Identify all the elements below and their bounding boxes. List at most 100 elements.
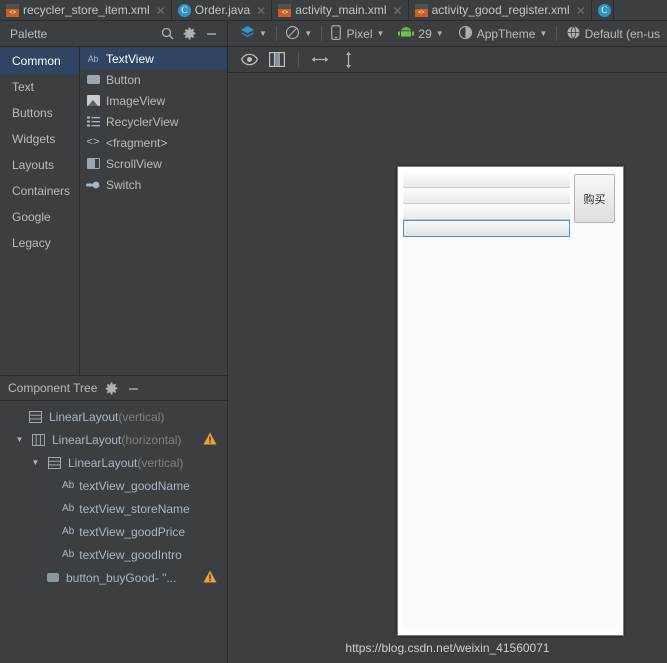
palette-category-list: Common Text Buttons Widgets Layouts Cont…	[0, 47, 80, 375]
tree-row-button-buygood[interactable]: button_buyGood- "...	[0, 566, 227, 589]
palette-category-widgets[interactable]: Widgets	[0, 126, 79, 152]
tree-row-textview-goodprice[interactable]: Ab textView_goodPrice	[0, 520, 227, 543]
component-tree-header: Component Tree	[0, 375, 227, 401]
palette-header: Palette	[0, 21, 227, 47]
tree-row-textview-goodname[interactable]: Ab textView_goodName	[0, 474, 227, 497]
palette-category-legacy[interactable]: Legacy	[0, 230, 79, 256]
design-config-toolbar: ▼ ▼ Pixel ▼ 29 ▼ AppTheme ▼ Default (en-…	[228, 21, 667, 47]
device-preview-frame[interactable]: 购买	[397, 166, 624, 636]
palette-item-recyclerview[interactable]: RecyclerView	[80, 111, 227, 132]
palette-item-scrollview[interactable]: ScrollView	[80, 153, 227, 174]
palette-item-label: ImageView	[106, 93, 166, 108]
twisty-icon[interactable]: ▼	[13, 433, 26, 446]
palette-category-common[interactable]: Common	[0, 48, 79, 74]
minimize-icon[interactable]	[203, 26, 219, 42]
resize-horizontal-icon[interactable]	[306, 47, 334, 73]
warning-icon[interactable]	[203, 570, 217, 583]
palette-body: Common Text Buttons Widgets Layouts Cont…	[0, 47, 227, 375]
tree-row-label: LinearLayout(vertical)	[49, 409, 165, 424]
gear-icon[interactable]	[181, 26, 197, 42]
theme-selector[interactable]: AppTheme ▼	[451, 21, 555, 47]
close-icon[interactable]: ✕	[574, 4, 586, 18]
editor-tab-activity-main[interactable]: activity_main.xml ✕	[272, 0, 409, 20]
palette-item-label: Button	[106, 72, 141, 87]
category-label: Common	[12, 54, 61, 68]
palette-category-text[interactable]: Text	[0, 74, 79, 100]
palette-category-containers[interactable]: Containers	[0, 178, 79, 204]
minimize-icon[interactable]	[125, 380, 141, 396]
tab-label: Order.java	[194, 3, 251, 17]
palette-item-label: TextView	[106, 51, 154, 66]
tree-row-linearlayout-root[interactable]: ▼ LinearLayout(vertical)	[0, 405, 227, 428]
editor-tab-bar: recycler_store_item.xml ✕ C Order.java ✕…	[0, 0, 667, 21]
palette-item-textview[interactable]: Ab TextView	[80, 48, 227, 69]
preview-textview-goodname[interactable]	[403, 172, 570, 188]
twisty-icon[interactable]: ▼	[29, 456, 42, 469]
fragment-icon: <>	[86, 136, 100, 149]
xml-file-icon	[6, 4, 19, 17]
xml-file-icon	[414, 4, 428, 17]
blueprint-icon	[285, 25, 300, 43]
button-icon	[86, 73, 100, 87]
tree-row-linearlayout-horizontal[interactable]: ▼ LinearLayout(horizontal)	[0, 428, 227, 451]
api-level-selector[interactable]: 29 ▼	[391, 21, 450, 47]
design-view-toolbar	[228, 47, 667, 73]
orientation-selector[interactable]: ▼	[278, 21, 319, 47]
design-canvas[interactable]: 购买 https://blog.csdn.net/weixin_41560071	[228, 74, 667, 663]
search-icon[interactable]	[159, 26, 175, 42]
tab-label: activity_good_register.xml	[431, 3, 570, 17]
api-level-label: 29	[418, 26, 432, 41]
category-label: Containers	[12, 184, 71, 198]
design-surface-selector[interactable]: ▼	[233, 21, 274, 47]
design-editor: ▼ ▼ Pixel ▼ 29 ▼ AppTheme ▼ Default (en-…	[228, 21, 667, 663]
resize-vertical-icon[interactable]	[334, 47, 362, 73]
preview-textview-storename[interactable]	[403, 188, 570, 204]
device-selector[interactable]: Pixel ▼	[323, 21, 391, 47]
tree-row-label: textView_storeName	[79, 501, 190, 516]
category-label: Text	[12, 80, 35, 94]
theme-label: AppTheme	[476, 26, 536, 41]
textview-icon: Ab	[62, 526, 75, 537]
device-screen: 购买	[403, 172, 618, 630]
chevron-down-icon: ▼	[539, 29, 548, 38]
category-label: Layouts	[12, 158, 55, 172]
palette-item-button[interactable]: Button	[80, 69, 227, 90]
palette-category-buttons[interactable]: Buttons	[0, 100, 79, 126]
preview-textview-goodintro[interactable]	[403, 220, 570, 237]
editor-tab-order-java[interactable]: C Order.java ✕	[171, 0, 273, 20]
palette-item-label: Switch	[106, 177, 142, 192]
java-class-icon: C	[597, 4, 611, 17]
palette-item-fragment[interactable]: <> <fragment>	[80, 132, 227, 153]
layout-columns-icon[interactable]	[263, 47, 291, 73]
button-icon	[45, 571, 60, 584]
linearlayout-horizontal-icon	[31, 433, 46, 446]
chevron-down-icon: ▼	[259, 29, 267, 38]
device-icon	[330, 24, 342, 43]
scrollview-icon	[86, 157, 100, 171]
editor-tab-recycler-store-item[interactable]: recycler_store_item.xml ✕	[0, 0, 172, 20]
editor-tab-activity-good-register[interactable]: activity_good_register.xml ✕	[408, 0, 592, 20]
eye-icon[interactable]	[235, 47, 263, 73]
warning-icon[interactable]	[203, 432, 217, 445]
category-label: Legacy	[12, 236, 51, 250]
tree-row-textview-goodintro[interactable]: Ab textView_goodIntro	[0, 543, 227, 566]
palette-category-google[interactable]: Google	[0, 204, 79, 230]
palette-item-switch[interactable]: Switch	[80, 174, 227, 195]
palette-item-imageview[interactable]: ImageView	[80, 90, 227, 111]
editor-tab-partial[interactable]: C	[591, 0, 614, 20]
tree-row-textview-storename[interactable]: Ab textView_storeName	[0, 497, 227, 520]
preview-button-buygood[interactable]: 购买	[574, 174, 615, 223]
textview-icon: Ab	[62, 503, 75, 514]
close-icon[interactable]: ✕	[254, 4, 266, 18]
locale-selector[interactable]: Default (en-us	[559, 21, 667, 47]
close-icon[interactable]: ✕	[154, 4, 166, 18]
palette-category-layouts[interactable]: Layouts	[0, 152, 79, 178]
switch-icon	[86, 178, 100, 192]
gear-icon[interactable]	[103, 380, 119, 396]
preview-textview-goodprice[interactable]	[403, 204, 570, 220]
palette-item-label: RecyclerView	[106, 114, 179, 129]
close-icon[interactable]: ✕	[391, 4, 403, 18]
tree-row-label: LinearLayout(vertical)	[68, 455, 184, 470]
tree-row-linearlayout-vertical-child[interactable]: ▼ LinearLayout(vertical)	[0, 451, 227, 474]
buy-button-label: 购买	[583, 192, 606, 206]
